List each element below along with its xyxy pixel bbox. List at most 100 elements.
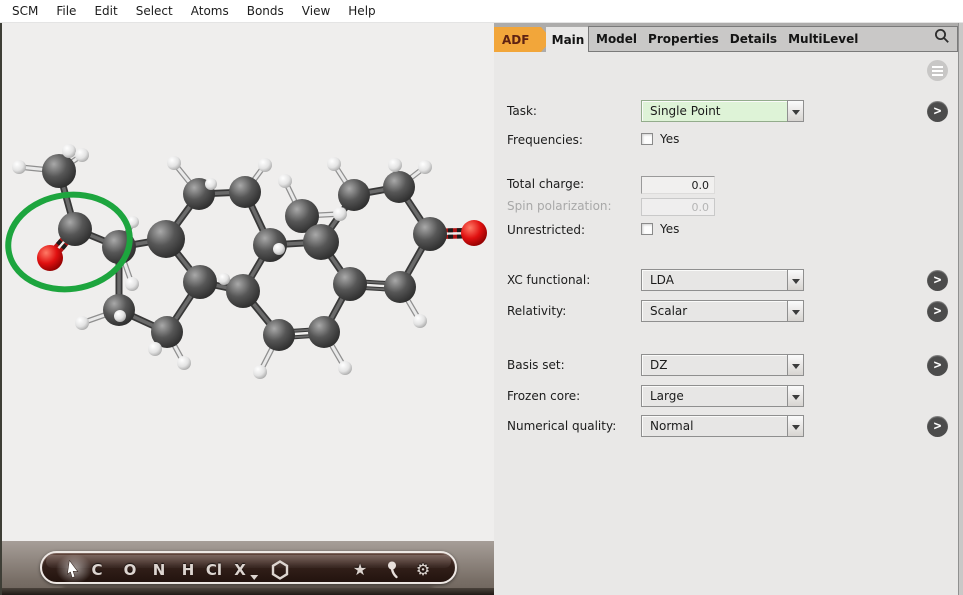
hydrogen-atom[interactable] xyxy=(418,160,432,174)
relativity-dropdown[interactable]: Scalar xyxy=(641,300,804,322)
basis-set-dropdown-arrow-icon[interactable] xyxy=(787,354,804,376)
carbon-atom[interactable] xyxy=(383,171,415,203)
menu-item-bonds[interactable]: Bonds xyxy=(238,1,293,21)
input-panel: ADF Main Model Properties Details MultiLeve… xyxy=(494,23,963,595)
menu-item-help[interactable]: Help xyxy=(339,1,384,21)
hydrogen-atom[interactable] xyxy=(114,310,126,322)
gear-icon: ⚙ xyxy=(416,560,430,579)
select-pointer-tool[interactable] xyxy=(67,553,81,586)
element-c-button[interactable]: C xyxy=(91,553,102,586)
carbon-atom[interactable] xyxy=(58,212,92,246)
hydrogen-atom[interactable] xyxy=(177,356,191,370)
oxygen-atom[interactable] xyxy=(461,220,487,246)
hydrogen-atom[interactable] xyxy=(327,157,341,171)
element-cl-button[interactable]: Cl xyxy=(206,553,222,586)
hydrogen-atom[interactable] xyxy=(278,174,292,188)
relativity-dropdown-arrow-icon[interactable] xyxy=(787,300,804,322)
element-h-button[interactable]: H xyxy=(182,553,195,586)
search-icon[interactable] xyxy=(932,26,952,46)
element-cl-button-label: Cl xyxy=(206,561,222,579)
basis-set-value: DZ xyxy=(641,354,788,376)
task-value: Single Point xyxy=(641,100,788,122)
hydrogen-atom[interactable] xyxy=(413,314,427,328)
element-toolbar: CONH Cl X ★ ⚙ xyxy=(40,551,457,584)
carbon-atom[interactable] xyxy=(147,220,185,258)
ring-tool-button[interactable] xyxy=(271,553,289,586)
carbon-atom[interactable] xyxy=(308,316,340,348)
tab-properties[interactable]: Properties xyxy=(648,32,719,46)
relativity-details-arrow-button[interactable]: > xyxy=(927,301,948,322)
task-details-arrow-button[interactable]: > xyxy=(927,101,948,122)
hydrogen-atom[interactable] xyxy=(75,148,89,162)
carbon-atom[interactable] xyxy=(42,154,76,188)
unrestricted-checkbox[interactable] xyxy=(641,223,653,235)
carbon-atom[interactable] xyxy=(226,274,260,308)
hydrogen-atom[interactable] xyxy=(333,207,347,221)
molecule-canvas[interactable] xyxy=(2,23,494,541)
carbon-atom[interactable] xyxy=(333,267,367,301)
menu-circle-button[interactable] xyxy=(927,60,948,81)
hydrogen-atom[interactable] xyxy=(273,243,285,255)
carbon-atom[interactable] xyxy=(413,217,447,251)
hydrogen-atom[interactable] xyxy=(12,160,26,174)
hydrogen-atom[interactable] xyxy=(253,365,267,379)
numerical-quality-label: Numerical quality: xyxy=(507,419,616,433)
hydrogen-atom[interactable] xyxy=(205,178,217,190)
task-dropdown-arrow-icon[interactable] xyxy=(787,100,804,122)
carbon-atom[interactable] xyxy=(384,271,416,303)
tab-main-active[interactable]: Main xyxy=(546,27,590,52)
menu-item-atoms[interactable]: Atoms xyxy=(182,1,238,21)
tab-model[interactable]: Model xyxy=(596,32,637,46)
molecule-viewer[interactable]: CONH Cl X ★ ⚙ xyxy=(0,23,494,595)
hydrogen-atom[interactable] xyxy=(148,342,162,356)
hydrogen-atom[interactable] xyxy=(167,156,181,170)
hydrogen-atom[interactable] xyxy=(258,158,272,172)
frequencies-checkbox[interactable] xyxy=(641,133,653,145)
element-o-button[interactable]: O xyxy=(124,553,137,586)
carbon-atom[interactable] xyxy=(303,224,339,260)
hexagon-ring-icon xyxy=(271,560,289,580)
xc-functional-dropdown-arrow-icon[interactable] xyxy=(787,269,804,291)
unrestricted-label: Unrestricted: xyxy=(507,223,585,237)
carbon-atom[interactable] xyxy=(263,319,295,351)
search-key-button[interactable] xyxy=(384,553,400,586)
hydrogen-atom[interactable] xyxy=(388,158,402,172)
total-charge-input[interactable]: 0.0 xyxy=(641,176,715,194)
task-dropdown[interactable]: Single Point xyxy=(641,100,804,122)
hydrogen-atom[interactable] xyxy=(218,273,230,285)
xc-functional-dropdown[interactable]: LDA xyxy=(641,269,804,291)
menu-item-select[interactable]: Select xyxy=(127,1,182,21)
frozen-core-dropdown[interactable]: Large xyxy=(641,385,804,407)
oxygen-atom[interactable] xyxy=(37,245,63,271)
element-n-button[interactable]: N xyxy=(153,553,166,586)
xc-functional-details-arrow-button[interactable]: > xyxy=(927,270,948,291)
hydrogen-atom[interactable] xyxy=(338,361,352,375)
numerical-quality-dropdown[interactable]: Normal xyxy=(641,415,804,437)
numerical-quality-details-arrow-button[interactable]: > xyxy=(927,416,948,437)
carbon-atom[interactable] xyxy=(183,265,217,299)
basis-set-label: Basis set: xyxy=(507,358,565,372)
frozen-core-dropdown-arrow-icon[interactable] xyxy=(787,385,804,407)
numerical-quality-dropdown-arrow-icon[interactable] xyxy=(787,415,804,437)
structures-star-button[interactable]: ★ xyxy=(353,553,367,586)
menu-item-view[interactable]: View xyxy=(293,1,339,21)
menu-item-scm[interactable]: SCM xyxy=(3,1,47,21)
hydrogen-atom[interactable] xyxy=(125,277,139,291)
tab-details[interactable]: Details xyxy=(730,32,777,46)
menu-item-edit[interactable]: Edit xyxy=(85,1,126,21)
basis-set-details-arrow-button[interactable]: > xyxy=(927,355,948,376)
element-x-button[interactable]: X xyxy=(234,553,246,586)
tab-adf[interactable]: ADF xyxy=(494,27,552,52)
settings-gear-button[interactable]: ⚙ xyxy=(416,553,430,586)
basis-set-dropdown[interactable]: DZ xyxy=(641,354,804,376)
carbon-atom[interactable] xyxy=(338,179,370,211)
window-right-edge xyxy=(959,23,963,595)
frequencies-checkbox-label: Yes xyxy=(660,132,679,146)
element-dropdown-triangle-icon[interactable] xyxy=(250,575,258,580)
hydrogen-atom[interactable] xyxy=(62,144,76,158)
tab-multilevel[interactable]: MultiLevel xyxy=(788,32,858,46)
carbon-atom[interactable] xyxy=(229,176,261,208)
menu-item-file[interactable]: File xyxy=(47,1,85,21)
hydrogen-atom[interactable] xyxy=(75,316,89,330)
cursor-icon xyxy=(66,560,82,580)
